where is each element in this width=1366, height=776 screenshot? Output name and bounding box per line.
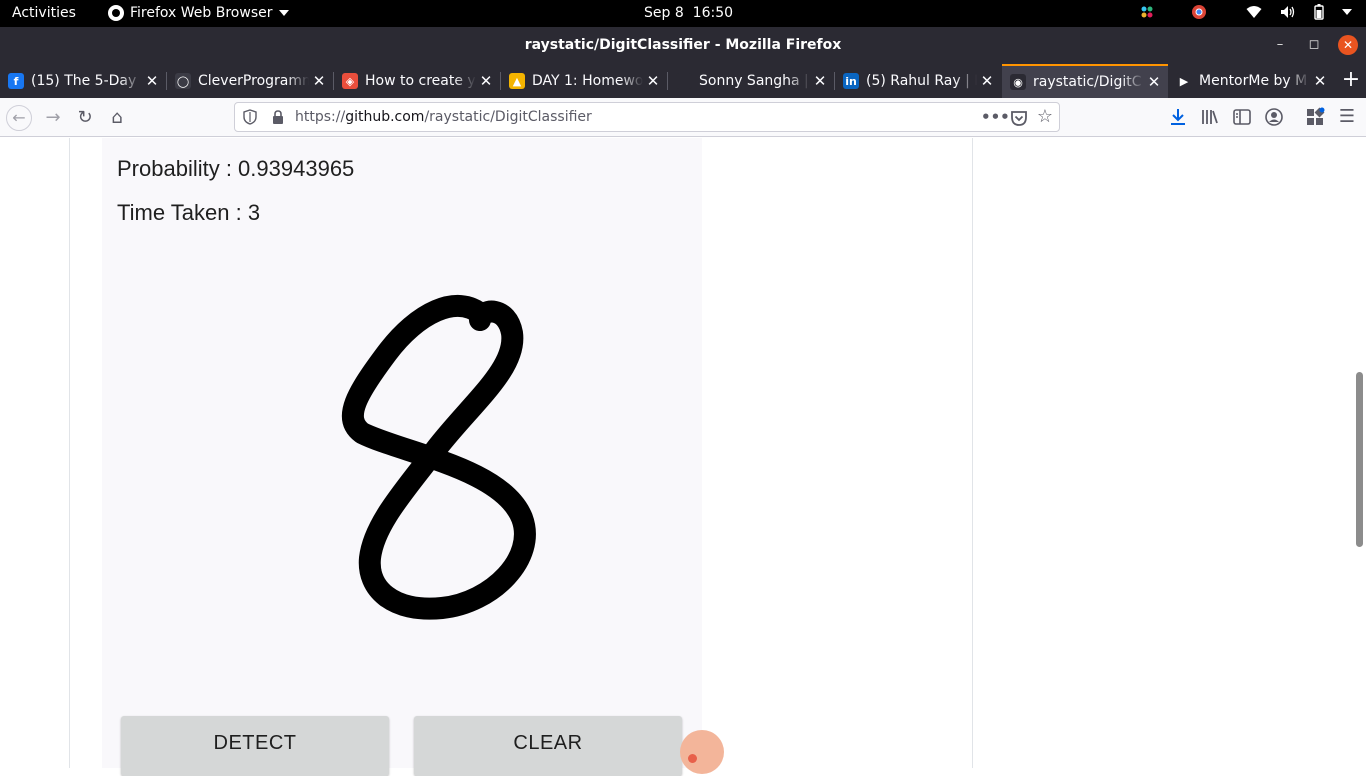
firefox-icon: [108, 5, 124, 21]
tab-favicon-icon: ▶: [1176, 73, 1192, 89]
page-content: Probability : 0.93943965 Time Taken : 3 …: [0, 138, 1366, 776]
tab-label: How to create y: [365, 73, 476, 89]
content-border-left: [69, 138, 70, 768]
chevron-down-icon: [278, 10, 289, 16]
tab-favicon-icon: ▲: [509, 73, 525, 89]
forward-button[interactable]: →: [40, 105, 66, 131]
tab-label: (5) Rahul Ray | L: [866, 73, 977, 89]
clock-time: 16:50: [692, 5, 734, 21]
probability-text: Probability : 0.93943965: [117, 156, 355, 181]
clock-date: Sep 8: [644, 5, 684, 21]
browser-tab[interactable]: ◉ raystatic/DigitC ✕: [1002, 64, 1168, 98]
app-menu-label: Firefox Web Browser: [130, 5, 273, 21]
app-screenshot: Probability : 0.93943965 Time Taken : 3 …: [102, 138, 702, 776]
url-text[interactable]: https://github.com/raystatic/DigitClassi…: [295, 109, 592, 125]
time-taken-text: Time Taken : 3: [117, 200, 261, 225]
url-host: github.com: [345, 109, 425, 125]
url-path: /raystatic/DigitClassifier: [424, 109, 592, 125]
volume-icon[interactable]: [1280, 5, 1296, 19]
window-titlebar: raystatic/DigitClassifier - Mozilla Fire…: [0, 27, 1366, 64]
tab-close-icon[interactable]: ✕: [309, 72, 329, 90]
chrome-icon[interactable]: [1192, 5, 1206, 19]
clock[interactable]: Sep 8 16:50: [644, 5, 733, 21]
system-tray[interactable]: [1140, 4, 1352, 20]
tab-close-icon[interactable]: ✕: [142, 72, 162, 90]
wifi-icon[interactable]: [1246, 5, 1262, 19]
close-window-button[interactable]: ✕: [1338, 35, 1358, 55]
tab-close-icon[interactable]: ✕: [1310, 72, 1330, 90]
activities-button[interactable]: Activities: [12, 5, 76, 21]
tab-close-icon[interactable]: ✕: [476, 72, 496, 90]
tab-label: DAY 1: Homewo: [532, 73, 643, 89]
tab-label: (15) The 5-Day F: [31, 73, 142, 89]
maximize-button[interactable]: ◻: [1304, 35, 1324, 55]
tab-close-icon[interactable]: ✕: [810, 72, 830, 90]
slack-icon[interactable]: [1140, 5, 1154, 19]
page-actions-menu-icon[interactable]: •••: [981, 107, 1010, 127]
battery-icon[interactable]: [1314, 4, 1324, 20]
browser-tab[interactable]: f (15) The 5-Day F ✕: [0, 64, 166, 98]
url-scheme: https://: [295, 109, 346, 125]
clear-button[interactable]: CLEAR: [414, 716, 682, 776]
home-button[interactable]: ⌂: [104, 105, 130, 131]
bookmark-star-icon[interactable]: ☆: [1035, 107, 1055, 127]
app-menu-hamburger-icon[interactable]: ☰: [1337, 107, 1357, 127]
detect-button[interactable]: DETECT: [121, 716, 389, 776]
content-border-right: [972, 138, 973, 768]
back-button[interactable]: ←: [6, 105, 32, 131]
tab-label: Sonny Sangha | Dev: [699, 73, 810, 89]
scrollbar-thumb[interactable]: [1356, 372, 1363, 547]
tab-favicon-icon: [676, 73, 692, 89]
app-menu[interactable]: Firefox Web Browser: [108, 5, 289, 21]
handwritten-digit-drawing: [342, 295, 536, 620]
system-menu-chevron-icon[interactable]: [1342, 9, 1352, 15]
tab-close-icon[interactable]: ✕: [643, 72, 663, 90]
minimize-button[interactable]: –: [1270, 35, 1290, 55]
tab-favicon-icon: ◉: [1010, 74, 1026, 90]
extensions-icon[interactable]: [1305, 107, 1325, 127]
browser-tab[interactable]: Sonny Sangha | Dev✕: [668, 64, 834, 98]
tab-favicon-icon: ◈: [342, 73, 358, 89]
tab-close-icon[interactable]: ✕: [977, 72, 997, 90]
browser-tab[interactable]: ◈ How to create y ✕: [334, 64, 500, 98]
downloads-icon[interactable]: [1168, 107, 1188, 127]
tab-label: CleverProgramm: [198, 73, 309, 89]
url-bar[interactable]: https://github.com/raystatic/DigitClassi…: [234, 102, 1060, 132]
pocket-icon[interactable]: [1009, 108, 1029, 128]
lock-icon[interactable]: [271, 109, 285, 125]
browser-tab[interactable]: in (5) Rahul Ray | L ✕: [835, 64, 1001, 98]
tab-label: raystatic/DigitC: [1033, 74, 1142, 90]
sidebar-icon[interactable]: [1232, 107, 1252, 127]
floating-action-button[interactable]: [680, 730, 724, 774]
browser-tab[interactable]: ▲ DAY 1: Homewo ✕: [501, 64, 667, 98]
navigation-toolbar: ← → ↻ ⌂ https://github.com/raystatic/Dig…: [0, 98, 1366, 137]
tab-strip: f (15) The 5-Day F ✕ ◯ CleverProgramm ✕ ◈ How t…: [0, 64, 1366, 98]
tab-label: MentorMe by M: [1199, 73, 1308, 89]
browser-tab[interactable]: ◯ CleverProgramm ✕: [167, 64, 333, 98]
new-tab-button[interactable]: +: [1338, 68, 1364, 94]
tab-close-icon[interactable]: ✕: [1144, 73, 1164, 91]
shield-icon[interactable]: [243, 109, 257, 125]
tab-favicon-icon: ◯: [175, 73, 191, 89]
account-icon[interactable]: [1264, 107, 1284, 127]
tab-favicon-icon: f: [8, 73, 24, 89]
browser-tab[interactable]: ▶ MentorMe by M ✕: [1168, 64, 1334, 98]
reload-button[interactable]: ↻: [72, 105, 98, 131]
system-top-bar: Activities Firefox Web Browser Sep 8 16:…: [0, 0, 1366, 27]
library-icon[interactable]: [1200, 107, 1220, 127]
tab-favicon-icon: in: [843, 73, 859, 89]
window-title: raystatic/DigitClassifier - Mozilla Fire…: [524, 37, 842, 53]
